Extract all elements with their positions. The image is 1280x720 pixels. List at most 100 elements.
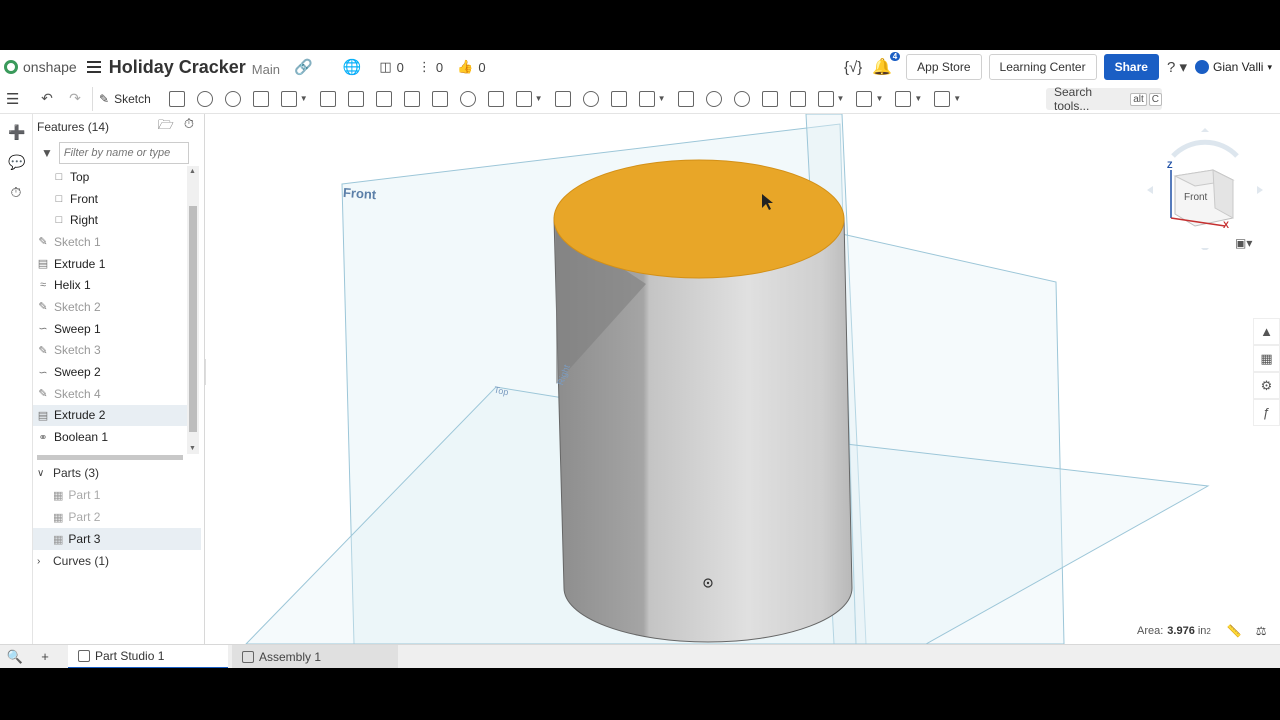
transform-dropdown-icon[interactable]: ▼	[658, 94, 666, 103]
feature-item-sketch-4[interactable]: ✎ Sketch 4	[33, 383, 187, 405]
feature-item-extrude-2[interactable]: ▤ Extrude 2	[33, 404, 187, 427]
part-item-3[interactable]: ▦ Part 3	[33, 528, 201, 550]
add-tab-icon[interactable]: +	[30, 649, 60, 664]
sheet-metal-tool-icon[interactable]	[856, 90, 873, 107]
user-menu[interactable]: Gian Valli ▾	[1195, 60, 1272, 74]
hamburger-menu-icon[interactable]	[86, 61, 101, 73]
document-title[interactable]: Holiday Cracker	[109, 57, 246, 78]
part-item-1[interactable]: ▦ Part 1	[33, 484, 201, 506]
tab-assembly-1[interactable]: Assembly 1	[232, 644, 398, 668]
delete-part-tool-icon[interactable]	[677, 90, 694, 107]
replace-face-tool-icon[interactable]	[789, 90, 806, 107]
pattern-dropdown-icon[interactable]: ▼	[535, 94, 543, 103]
feature-item-front[interactable]: □ Front	[33, 188, 187, 210]
tab-part-studio-1[interactable]: Part Studio 1	[68, 644, 228, 668]
feature-item-sketch-1[interactable]: ✎ Sketch 1	[33, 231, 187, 253]
graphics-viewport[interactable]: Front Top Right	[206, 114, 1280, 644]
scrollbar-thumb[interactable]	[189, 206, 197, 432]
feature-item-sketch-3[interactable]: ✎ Sketch 3	[33, 340, 187, 362]
tab-manager-icon[interactable]: 🔍	[0, 649, 30, 665]
filter-input[interactable]	[58, 142, 189, 164]
part-item-2[interactable]: ▦ Part 2	[33, 506, 201, 528]
share-button[interactable]: Share	[1103, 54, 1159, 80]
parts-panel-icon[interactable]: ▦	[1253, 345, 1280, 372]
feature-list-toggle-icon[interactable]: ☰	[6, 90, 30, 108]
add-feature-icon[interactable]: ➕	[8, 124, 25, 140]
measure-icon[interactable]: 📏	[1227, 624, 1242, 638]
undo-icon[interactable]: ↶	[36, 88, 58, 110]
comments-icon[interactable]: 💬	[8, 154, 25, 170]
shell-tool-icon[interactable]	[431, 90, 448, 107]
feature-item-sweep-2[interactable]: ∽ Sweep 2	[33, 361, 187, 383]
mass-properties-icon[interactable]: ⚙	[1253, 372, 1280, 399]
notifications-bell-icon[interactable]: 🔔 4	[872, 52, 901, 77]
draft-tool-icon[interactable]	[375, 90, 392, 107]
appearance-panel-icon[interactable]: ▲	[1253, 318, 1280, 345]
globe-icon[interactable]: 🌐	[343, 58, 362, 76]
feature-item-helix-1[interactable]: ≈ Helix 1	[33, 274, 187, 296]
variables-icon[interactable]: {√}	[844, 59, 862, 76]
view-cube[interactable]: Front Z X ▣▾	[1143, 126, 1267, 252]
split-tool-icon[interactable]	[610, 90, 627, 107]
feature-item-sketch-2[interactable]: ✎ Sketch 2	[33, 296, 187, 318]
app-store-button[interactable]: App Store	[906, 54, 982, 80]
feature-item-sweep-1[interactable]: ∽ Sweep 1	[33, 318, 187, 340]
link-icon[interactable]: 🔗	[294, 58, 313, 76]
frame-tool-icon[interactable]	[895, 90, 912, 107]
redo-icon[interactable]: ↷	[64, 88, 86, 110]
configurations-icon[interactable]: ƒ	[1253, 399, 1280, 426]
versions-counter[interactable]: ◫ 0	[379, 59, 404, 75]
add-folder-icon[interactable]: 🗁	[158, 116, 174, 138]
view-cube-graphic[interactable]	[1143, 126, 1267, 252]
sweep-tool-icon[interactable]	[224, 90, 241, 107]
mirror-tool-icon[interactable]	[554, 90, 571, 107]
scroll-up-icon[interactable]: ▲	[189, 168, 196, 175]
loft-tool-icon[interactable]	[252, 90, 269, 107]
mass-icon[interactable]: ⚖	[1256, 624, 1267, 638]
thicken-tool-icon[interactable]	[280, 90, 297, 107]
likes-counter[interactable]: 👍 0	[457, 59, 485, 75]
onshape-logo[interactable]: onshape	[4, 59, 77, 75]
selected-top-face[interactable]	[553, 159, 845, 279]
horizontal-scrollbar[interactable]	[37, 455, 183, 460]
help-icon[interactable]: ? ▾	[1167, 58, 1187, 76]
branch-name[interactable]: Main	[252, 62, 280, 77]
history-icon[interactable]: ⏱	[8, 184, 24, 200]
branches-counter[interactable]: ⋮ 0	[418, 59, 443, 75]
custom-feature-dropdown-icon[interactable]: ▼	[953, 94, 961, 103]
rollback-timer-icon[interactable]: ⏱	[184, 116, 194, 138]
thread-tool-icon[interactable]	[487, 90, 504, 107]
sketch-button[interactable]: ✎ Sketch	[92, 86, 157, 111]
transform-tool-icon[interactable]	[638, 90, 655, 107]
modify-fillet-tool-icon[interactable]	[705, 90, 722, 107]
plane-tool-icon[interactable]	[817, 90, 834, 107]
delete-face-tool-icon[interactable]	[733, 90, 750, 107]
feature-list-scrollbar[interactable]: ▲ ▼	[187, 166, 199, 454]
rib-tool-icon[interactable]	[403, 90, 420, 107]
hole-tool-icon[interactable]	[459, 90, 476, 107]
curves-header[interactable]: › Curves (1)	[33, 550, 201, 572]
extrude-tool-icon[interactable]	[168, 90, 185, 107]
frame-dropdown-icon[interactable]: ▼	[914, 94, 922, 103]
revolve-tool-icon[interactable]	[196, 90, 213, 107]
custom-feature-tool-icon[interactable]	[934, 90, 951, 107]
filter-icon[interactable]: ▼	[41, 146, 53, 160]
learning-center-button[interactable]: Learning Center	[988, 54, 1097, 80]
move-face-tool-icon[interactable]	[761, 90, 778, 107]
feature-item-extrude-1[interactable]: ▤ Extrude 1	[33, 253, 187, 275]
parts-header[interactable]: ∨ Parts (3)	[33, 462, 201, 484]
thicken-dropdown-icon[interactable]: ▼	[300, 94, 308, 103]
plane-dropdown-icon[interactable]: ▼	[837, 94, 845, 103]
search-tools-field[interactable]: Search tools... alt C	[1046, 85, 1162, 113]
feature-item-top[interactable]: □ Top	[33, 166, 187, 188]
feature-item-right[interactable]: □ Right	[33, 209, 187, 231]
view-options-icon[interactable]: ▣▾	[1235, 236, 1252, 250]
boolean-tool-icon[interactable]	[582, 90, 599, 107]
sheet-metal-dropdown-icon[interactable]: ▼	[875, 94, 883, 103]
scroll-down-icon[interactable]: ▼	[189, 445, 196, 452]
feature-item-boolean-1[interactable]: ⚭ Boolean 1	[33, 426, 187, 448]
right-panel-icons: ▲ ▦ ⚙ ƒ	[1253, 318, 1280, 426]
fillet-tool-icon[interactable]	[319, 90, 336, 107]
pattern-tool-icon[interactable]	[515, 90, 532, 107]
chamfer-tool-icon[interactable]	[347, 90, 364, 107]
